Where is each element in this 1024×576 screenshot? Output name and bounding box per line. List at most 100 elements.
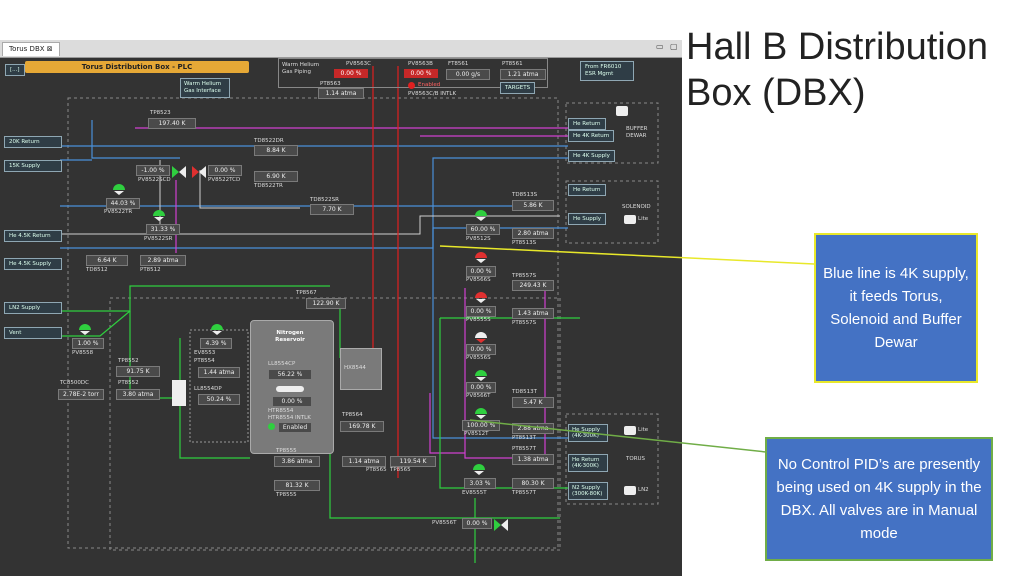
tp8555-value: 3.86 atma xyxy=(274,456,320,467)
htr-value: 0.00 % xyxy=(272,396,312,407)
pv8558-label: PV8558 xyxy=(72,350,94,356)
ln2-device-icon xyxy=(624,486,636,495)
tp8564-label: TP8564 xyxy=(342,412,363,418)
pt8557t-label: PT8557T xyxy=(512,446,537,452)
port-vent[interactable]: Vent xyxy=(4,327,62,339)
pv8512t-label: PV8512T xyxy=(464,431,489,437)
pv8522tr-value: 44.03 % xyxy=(106,198,140,209)
pv8563c-value[interactable]: 0.00 % xyxy=(334,69,368,78)
buffer-dewar-label: BUFFER DEWAR xyxy=(626,126,648,139)
tp8557s-label: TP8557S xyxy=(512,273,537,279)
tab-torus-dbx[interactable]: Torus DBX ⊠ xyxy=(2,42,60,56)
htr-enabled[interactable]: Enabled xyxy=(278,422,312,433)
torus-device-icon xyxy=(624,426,636,435)
pv8522scd-label: PV8522SCD xyxy=(138,177,171,183)
valve-pv8558[interactable] xyxy=(78,322,92,336)
valve-pv8512t[interactable] xyxy=(474,406,488,420)
maximize-icon[interactable]: ▢ xyxy=(670,42,678,51)
pv8512s-label: PV8512S xyxy=(466,236,491,242)
pt8513s-value: 2.80 atma xyxy=(512,228,554,239)
valve-pv8566s[interactable] xyxy=(474,250,488,264)
port-he-4k-return[interactable]: He 4K Return xyxy=(568,130,615,142)
tp8567-label: TP8567 xyxy=(296,290,317,296)
pv8522scd-value: -1.00 % xyxy=(136,165,170,176)
port-ln2-supply[interactable]: LN2 Supply xyxy=(4,302,62,314)
pv8566s-label: PV8566S xyxy=(466,277,491,283)
tp8523-label: TP8523 xyxy=(150,110,171,116)
hx8544-label: HX8544 xyxy=(344,365,366,371)
pt8513s-label: PT8513S xyxy=(512,240,537,246)
pv8563b-value[interactable]: 0.00 % xyxy=(404,69,438,78)
ln2-label: LN2 xyxy=(638,487,649,493)
port-he-45k-supply[interactable]: He 4.5K Supply xyxy=(4,258,62,270)
solenoid-label: SOLENOID xyxy=(622,204,651,210)
tp8552-value: 91.75 K xyxy=(116,366,160,377)
pt8563-label: PT8563 xyxy=(320,81,341,87)
valve-pv8556t[interactable] xyxy=(494,517,508,531)
pv8522tcd-value: 0.00 % xyxy=(208,165,242,176)
tp8567-value: 122.90 K xyxy=(306,298,346,309)
heater-icon xyxy=(276,386,304,392)
ft8561-value: 0.00 g/s xyxy=(446,69,490,80)
td8522sr-value: 7.70 K xyxy=(310,204,354,215)
pt8565-value: 1.14 atma xyxy=(342,456,386,467)
port-20k-return[interactable]: 20K Return xyxy=(4,136,62,148)
pump-icon xyxy=(172,380,186,406)
valve-pv8555s[interactable] xyxy=(474,290,488,304)
port-he-45k-return[interactable]: He 4.5K Return xyxy=(4,230,62,242)
td8522sr-label: TD8522SR xyxy=(310,197,339,203)
valve-pv8556s[interactable] xyxy=(474,330,488,344)
td8522tr-value: 6.90 K xyxy=(254,171,298,182)
pv8556t-label: PV8556T xyxy=(432,520,457,526)
ev8553-value: 4.39 % xyxy=(200,338,232,349)
pv8558-value: 1.00 % xyxy=(72,338,104,349)
pt8513t-value: 2.88 atma xyxy=(512,423,554,434)
minimize-icon[interactable]: ▭ xyxy=(656,42,664,51)
valve-ev8553[interactable] xyxy=(210,322,224,336)
solenoid-device-icon xyxy=(624,215,636,224)
panel-title: Torus Distribution Box - PLC xyxy=(25,61,249,73)
port-torus-he-supply[interactable]: He Supply (4K-300K) xyxy=(568,424,608,442)
valve-pv8522tcd[interactable] xyxy=(192,164,206,178)
t8555b-value: 81.32 K xyxy=(274,480,320,491)
pt8561-label: PT8561 xyxy=(502,61,523,67)
scada-window: Torus DBX ⊠ ▭ ▢ [...] Torus Distribution… xyxy=(0,40,682,576)
solenoid-lite-label: Lite xyxy=(638,216,649,222)
valve-pv8522scd[interactable] xyxy=(172,164,186,178)
ll8554dp-value: 50.24 % xyxy=(198,394,240,405)
pt8552-label: PT8552 xyxy=(118,380,139,386)
htr8554-label: HTR8554 xyxy=(268,408,294,414)
port-n2-supply[interactable]: N2 Supply (300K-80K) xyxy=(568,482,608,500)
from-esr-button[interactable]: From FR6010 ESR Mgmt xyxy=(580,61,634,81)
port-torus-he-return[interactable]: He Return (4K-300K) xyxy=(568,454,608,472)
port-buffer-he-return[interactable]: He Return xyxy=(568,118,606,130)
pv8522tr-label: PV8522TR xyxy=(104,209,133,215)
warm-helium-interface-button[interactable]: Warm Helium Gas Interface xyxy=(180,78,230,98)
buffer-device-icon xyxy=(616,106,628,116)
pt8513t-label: PT8513T xyxy=(512,435,537,441)
valve-pv8566t[interactable] xyxy=(474,368,488,382)
td8522dr-label: TD8522DR xyxy=(254,138,284,144)
td8513s-value: 5.86 K xyxy=(512,200,554,211)
tab-label: Torus DBX xyxy=(9,45,45,53)
targets-button[interactable]: TARGETS xyxy=(500,82,536,94)
td8522tr-label: TD8522TR xyxy=(254,183,283,189)
port-he-4k-supply[interactable]: He 4K Supply xyxy=(568,150,615,162)
valve-pv8522tr[interactable] xyxy=(112,182,126,196)
reservoir-label: Nitrogen Reservoir xyxy=(275,330,305,343)
valve-pv8522sr[interactable] xyxy=(152,208,166,222)
valve-ev8555t[interactable] xyxy=(472,462,486,476)
pt8512-label: PT8512 xyxy=(140,267,161,273)
intlk-label: PV8563C/B INTLK xyxy=(408,91,457,97)
valve-pv8512s[interactable] xyxy=(474,208,488,222)
ft8561-label: FT8561 xyxy=(448,61,469,67)
pv8556s-value: 0.00 % xyxy=(466,344,496,355)
menu-button[interactable]: [...] xyxy=(5,64,25,76)
ll8554cp-label: LL8554CP xyxy=(268,361,296,367)
tc8500dc-label: TC8500DC xyxy=(60,380,89,386)
port-solenoid-he-return[interactable]: He Return xyxy=(568,184,606,196)
close-icon[interactable]: ⊠ xyxy=(47,45,53,53)
port-15k-supply[interactable]: 15K Supply xyxy=(4,160,62,172)
slide-title: Hall B Distribution Box (DBX) xyxy=(686,26,988,114)
port-solenoid-he-supply[interactable]: He Supply xyxy=(568,213,607,225)
